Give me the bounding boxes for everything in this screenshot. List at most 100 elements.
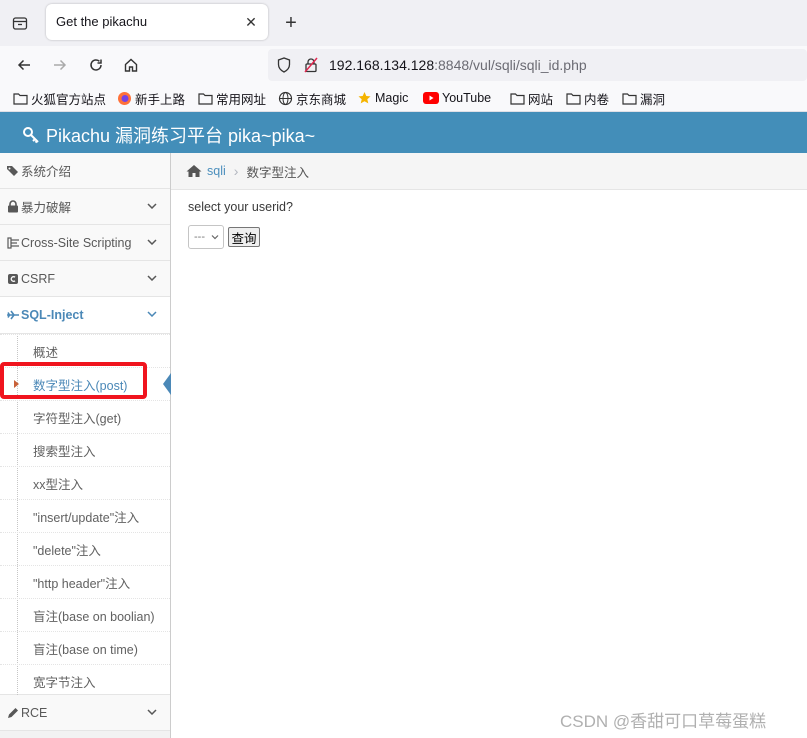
submenu-item[interactable]: 字符型注入(get) xyxy=(0,400,170,433)
bookmark-item[interactable]: 漏洞 xyxy=(621,89,665,107)
folder-icon xyxy=(197,90,213,106)
sidebar-item-rce[interactable]: RCE xyxy=(0,695,170,731)
bookmark-label: 京东商城 xyxy=(296,92,347,107)
bookmark-label: 常用网址 xyxy=(216,92,267,107)
sidebar-item-label: CSRF xyxy=(21,271,56,286)
submenu-item[interactable]: "insert/update"注入 xyxy=(0,499,170,532)
insecure-lock-icon[interactable] xyxy=(303,57,319,73)
chevron-down-icon xyxy=(211,233,219,241)
select-value: --- xyxy=(194,231,205,243)
app-title-text: Pikachu 漏洞练习平台 pika~pika~ xyxy=(46,126,316,146)
key-icon xyxy=(22,126,40,144)
sidebar-item-label: Cross-Site Scripting xyxy=(21,235,132,250)
submenu-item[interactable]: "delete"注入 xyxy=(0,532,170,565)
submenu-label: "insert/update"注入 xyxy=(33,510,140,525)
chevron-down-icon xyxy=(146,308,158,320)
active-pointer-icon xyxy=(163,373,171,395)
submenu-label: 概述 xyxy=(33,345,59,360)
url-path: :8848/vul/sqli/sqli_id.php xyxy=(434,57,587,73)
plane-icon xyxy=(6,308,20,322)
folder-icon xyxy=(509,90,525,106)
url-host: 192.168.134.128 xyxy=(329,57,435,73)
submenu-label: 盲注(base on boolian) xyxy=(33,609,155,624)
browser-tab[interactable]: Get the pikachu ✕ xyxy=(46,4,268,40)
home-icon[interactable] xyxy=(120,54,142,76)
submenu-item[interactable]: 搜索型注入 xyxy=(0,433,170,466)
bookmark-item[interactable]: 新手上路 xyxy=(116,89,185,107)
sidebar-item-label: SQL-Inject xyxy=(21,308,84,322)
bookmark-item[interactable]: Magic xyxy=(356,89,408,107)
firefox-icon xyxy=(116,90,132,106)
breadcrumb-separator-icon: › xyxy=(233,163,239,179)
highlight-annotation xyxy=(0,362,147,399)
bookmarks-bar: 火狐官方站点 新手上路 常用网址 京东商城 Magic YouTube 网站 内… xyxy=(0,84,807,112)
submenu-label: "http header"注入 xyxy=(33,576,131,591)
bookmark-label: Magic xyxy=(375,91,409,105)
chevron-down-icon xyxy=(146,706,158,718)
bookmark-item[interactable]: 网站 xyxy=(509,89,553,107)
breadcrumb: sqli › 数字型注入 xyxy=(171,153,807,190)
bookmark-item[interactable]: YouTube xyxy=(423,89,491,107)
lock-icon xyxy=(6,200,20,214)
home-icon[interactable] xyxy=(186,163,202,179)
bookmark-label: 漏洞 xyxy=(640,92,666,107)
url-text: 192.168.134.128:8848/vul/sqli/sqli_id.ph… xyxy=(329,57,587,73)
globe-icon xyxy=(277,90,293,106)
sidebar-item-label: 系统介绍 xyxy=(21,165,72,179)
sidebar-item-label: RCE xyxy=(21,705,48,720)
close-tab-icon[interactable]: ✕ xyxy=(242,13,260,31)
submenu-item[interactable]: 宽字节注入 xyxy=(0,664,170,697)
submenu-label: 字符型注入(get) xyxy=(33,411,122,426)
query-button[interactable]: 查询 xyxy=(228,227,260,247)
sidebar-item-brute-force[interactable]: 暴力破解 xyxy=(0,189,170,225)
submenu-label: 搜索型注入 xyxy=(33,444,96,459)
breadcrumb-current: 数字型注入 xyxy=(246,165,309,180)
folder-icon xyxy=(565,90,581,106)
bookmark-item[interactable]: 内卷 xyxy=(565,89,609,107)
submenu-label: xx型注入 xyxy=(33,477,84,492)
magic-icon xyxy=(356,90,372,106)
reload-icon[interactable] xyxy=(85,54,107,76)
app-title[interactable]: Pikachu 漏洞练习平台 pika~pika~ xyxy=(22,122,315,148)
app-header: Pikachu 漏洞练习平台 pika~pika~ xyxy=(0,112,807,153)
submenu-item[interactable]: "http header"注入 xyxy=(0,565,170,598)
submenu-label: "delete"注入 xyxy=(33,543,101,558)
submenu-item[interactable]: xx型注入 xyxy=(0,466,170,499)
watermark: CSDN @香甜可口草莓蛋糕 xyxy=(560,712,767,731)
back-icon[interactable] xyxy=(13,54,35,76)
breadcrumb-link[interactable]: sqli xyxy=(207,164,226,178)
url-bar[interactable]: 192.168.134.128:8848/vul/sqli/sqli_id.ph… xyxy=(268,49,807,81)
tab-title: Get the pikachu xyxy=(56,14,148,29)
submenu-label: 宽字节注入 xyxy=(33,675,96,690)
submenu-label: 盲注(base on time) xyxy=(33,642,138,657)
folder-icon xyxy=(621,90,637,106)
chevron-down-icon xyxy=(146,236,158,248)
bookmark-item[interactable]: 京东商城 xyxy=(277,89,346,107)
question-label: select your userid? xyxy=(188,200,293,214)
chevron-down-icon xyxy=(146,200,158,212)
bookmark-label: 内卷 xyxy=(584,92,610,107)
tab-list-icon[interactable] xyxy=(8,11,32,35)
sidebar-item-csrf[interactable]: CSRF xyxy=(0,261,170,297)
bookmark-label: 网站 xyxy=(528,92,554,107)
youtube-icon xyxy=(423,90,439,106)
submenu-item[interactable]: 盲注(base on boolian) xyxy=(0,598,170,631)
new-tab-icon[interactable]: + xyxy=(280,12,302,34)
forward-icon[interactable] xyxy=(49,54,71,76)
bookmark-item[interactable]: 火狐官方站点 xyxy=(12,89,106,107)
shield-icon[interactable] xyxy=(276,57,292,73)
sidebar-item-intro[interactable]: 系统介绍 xyxy=(0,153,170,189)
folder-icon xyxy=(12,90,28,106)
copyright-icon xyxy=(6,272,20,286)
tags-icon xyxy=(6,164,20,178)
bookmark-item[interactable]: 常用网址 xyxy=(197,89,266,107)
bookmark-label: 新手上路 xyxy=(135,92,186,107)
sitemap-icon xyxy=(6,236,20,250)
submenu-item[interactable]: 盲注(base on time) xyxy=(0,631,170,664)
sidebar-item-sql-inject[interactable]: SQL-Inject xyxy=(0,297,170,334)
chevron-down-icon xyxy=(146,272,158,284)
sidebar: 系统介绍 暴力破解 Cross-Site Scripting CSRF SQL-… xyxy=(0,153,171,738)
userid-select[interactable]: --- xyxy=(188,225,224,249)
sidebar-item-xss[interactable]: Cross-Site Scripting xyxy=(0,225,170,261)
browser-tab-bar: Get the pikachu ✕ + xyxy=(0,0,807,46)
